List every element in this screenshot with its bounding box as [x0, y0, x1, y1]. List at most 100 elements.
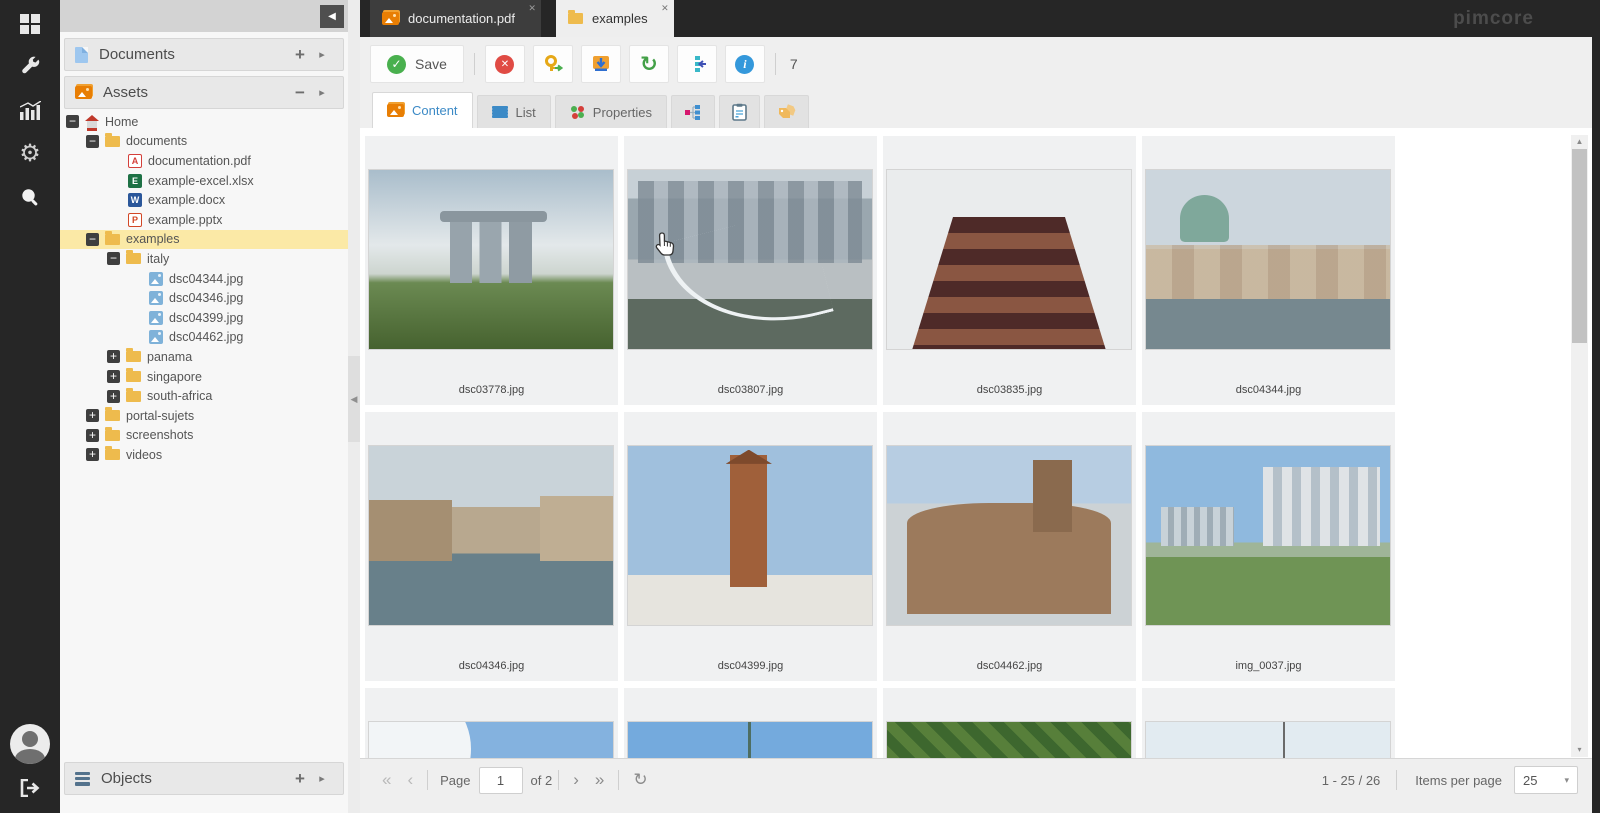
asset-tile[interactable] — [365, 688, 618, 758]
last-page-icon[interactable]: » — [587, 770, 612, 790]
expand-plus-icon[interactable]: + — [107, 350, 120, 363]
subtab-tags[interactable] — [764, 95, 809, 128]
subtab-schedule[interactable] — [671, 95, 715, 128]
tree-item-label: south-africa — [147, 389, 212, 403]
asset-tile-img-0037[interactable]: img_0037.jpg — [1142, 412, 1395, 681]
tree-item-documentation-pdf[interactable]: A documentation.pdf — [60, 151, 348, 171]
collapse-all-icon[interactable]: − — [289, 83, 311, 103]
collapse-minus-icon[interactable]: − — [86, 135, 99, 148]
chevron-right-icon[interactable]: ▸ — [311, 772, 333, 785]
asset-filename: dsc04344.jpg — [1142, 384, 1395, 396]
collapse-minus-icon[interactable]: − — [107, 252, 120, 265]
chevron-right-icon[interactable]: ▸ — [311, 48, 333, 61]
reload-button[interactable]: ↻ — [629, 45, 669, 83]
content-icon — [387, 104, 404, 117]
expand-plus-icon[interactable]: + — [86, 448, 99, 461]
tree-item-dsc04344[interactable]: dsc04344.jpg — [60, 269, 348, 289]
collapse-minus-icon[interactable]: − — [66, 115, 79, 128]
asset-tile[interactable] — [624, 688, 877, 758]
tree-item-panama[interactable]: + panama — [60, 347, 348, 367]
user-avatar[interactable] — [10, 724, 50, 764]
subtab-properties[interactable]: Properties — [555, 95, 667, 128]
locate-in-tree-button[interactable] — [677, 45, 717, 83]
add-icon[interactable]: + — [289, 769, 311, 789]
tree-item-south-africa[interactable]: + south-africa — [60, 386, 348, 406]
tree-item-singapore[interactable]: + singapore — [60, 367, 348, 387]
image-file-icon — [149, 330, 163, 344]
tree-item-home[interactable]: − Home — [60, 112, 348, 132]
panel-assets-header[interactable]: Assets − ▸ — [64, 76, 344, 109]
tree-item-label: example-excel.xlsx — [148, 174, 254, 188]
reports-chart-icon[interactable] — [0, 90, 60, 130]
search-icon[interactable] — [0, 177, 60, 217]
asset-tile-dsc04462[interactable]: dsc04462.jpg — [883, 412, 1136, 681]
tab-examples[interactable]: examples ✕ — [556, 0, 674, 37]
rename-button[interactable] — [533, 45, 573, 83]
close-icon[interactable]: ✕ — [661, 3, 669, 14]
tree-item-screenshots[interactable]: + screenshots — [60, 426, 348, 446]
next-page-icon[interactable]: › — [565, 770, 587, 790]
asset-tile[interactable] — [1142, 688, 1395, 758]
asset-tile-dsc04346[interactable]: dsc04346.jpg — [365, 412, 618, 681]
splitter-collapse-icon[interactable]: ◀ — [348, 356, 360, 442]
first-page-icon[interactable]: « — [374, 770, 399, 790]
expand-plus-icon[interactable]: + — [86, 409, 99, 422]
asset-tile-dsc03835[interactable]: dsc03835.jpg — [883, 136, 1136, 405]
schedule-tree-icon — [684, 105, 702, 120]
panel-splitter[interactable]: ◀ — [348, 0, 360, 813]
tree-item-videos[interactable]: + videos — [60, 445, 348, 465]
tree-item-documents[interactable]: − documents — [60, 132, 348, 152]
asset-tile[interactable] — [883, 688, 1136, 758]
panel-objects-header[interactable]: Objects + ▸ — [64, 762, 344, 795]
subtab-content[interactable]: Content — [372, 92, 473, 128]
panel-collapse-button[interactable]: ◀ — [320, 5, 344, 28]
tree-item-example-excel[interactable]: E example-excel.xlsx — [60, 171, 348, 191]
info-button[interactable]: i — [725, 45, 765, 83]
settings-gear-icon[interactable]: ⚙ — [0, 134, 60, 174]
panel-documents-header[interactable]: Documents + ▸ — [64, 38, 344, 71]
logout-icon[interactable] — [0, 768, 60, 808]
tree-item-label: singapore — [147, 370, 202, 384]
tab-documentation-pdf[interactable]: documentation.pdf ✕ — [370, 0, 541, 37]
document-page-icon — [75, 47, 88, 63]
scroll-down-icon[interactable]: ▾ — [1571, 743, 1588, 757]
tree-item-dsc04346[interactable]: dsc04346.jpg — [60, 288, 348, 308]
collapse-minus-icon[interactable]: − — [86, 233, 99, 246]
tree-item-example-docx[interactable]: W example.docx — [60, 190, 348, 210]
close-icon[interactable]: ✕ — [528, 3, 536, 14]
refresh-icon[interactable]: ↻ — [625, 770, 655, 790]
asset-tile-dsc04399[interactable]: dsc04399.jpg — [624, 412, 877, 681]
add-icon[interactable]: + — [289, 45, 311, 65]
asset-thumbnail — [1145, 169, 1391, 350]
subtab-notes[interactable] — [719, 95, 760, 128]
asset-thumbnail — [886, 721, 1132, 758]
tree-item-portal-sujets[interactable]: + portal-sujets — [60, 406, 348, 426]
tree-item-examples[interactable]: − examples — [60, 230, 348, 250]
list-icon — [492, 106, 508, 118]
save-button[interactable]: ✓ Save — [370, 45, 464, 83]
scrollbar-thumb[interactable] — [1572, 149, 1587, 343]
expand-plus-icon[interactable]: + — [86, 429, 99, 442]
asset-tile-dsc03807[interactable]: dsc03807.jpg — [624, 136, 877, 405]
delete-button[interactable]: ✕ — [485, 45, 525, 83]
asset-tile-dsc04344[interactable]: dsc04344.jpg — [1142, 136, 1395, 405]
tree-item-dsc04399[interactable]: dsc04399.jpg — [60, 308, 348, 328]
expand-plus-icon[interactable]: + — [107, 390, 120, 403]
tools-wrench-icon[interactable] — [0, 46, 60, 86]
scroll-up-icon[interactable]: ▲ — [1571, 135, 1588, 149]
subtab-list[interactable]: List — [477, 95, 551, 128]
expand-plus-icon[interactable]: + — [107, 370, 120, 383]
tree-item-dsc04462[interactable]: dsc04462.jpg — [60, 328, 348, 348]
tree-item-example-pptx[interactable]: P example.pptx — [60, 210, 348, 230]
grid-scrollbar[interactable]: ▲ ▾ — [1571, 135, 1588, 757]
image-file-icon — [149, 272, 163, 286]
prev-page-icon[interactable]: ‹ — [399, 770, 421, 790]
chevron-right-icon[interactable]: ▸ — [311, 86, 333, 99]
tree-item-italy[interactable]: − italy — [60, 249, 348, 269]
dashboard-icon[interactable] — [0, 4, 60, 44]
asset-filename: img_0037.jpg — [1142, 660, 1395, 672]
asset-tile-dsc03778[interactable]: dsc03778.jpg — [365, 136, 618, 405]
items-per-page-select[interactable]: 25 ▾ — [1514, 766, 1578, 794]
download-button[interactable] — [581, 45, 621, 83]
page-input[interactable] — [479, 767, 523, 794]
